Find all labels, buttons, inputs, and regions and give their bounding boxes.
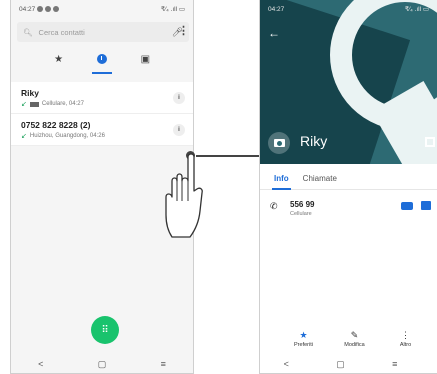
signal-battery-icon: ₹⁄₄ .ıll ▭ (404, 6, 429, 13)
contact-header: 04:27 ₹⁄₄ .ıll ▭ ← Riky (260, 0, 437, 164)
detail-tabs: Info Chiamate (260, 164, 437, 190)
status-time: 04:27 (268, 5, 285, 13)
tab-recents[interactable] (90, 50, 114, 74)
dialer-tabs: ★ ▣ (11, 46, 193, 74)
message-icon[interactable] (421, 201, 431, 210)
incoming-call-icon: ↙ (21, 101, 27, 108)
status-bar: 04:27 ₹⁄₄ .ıll ▭ (260, 0, 437, 18)
contact-detail-screen: 04:27 ₹⁄₄ .ıll ▭ ← Riky Info Chiamate ✆ … (259, 0, 437, 374)
status-time: 04:27 (19, 5, 36, 13)
dialpad-button[interactable]: ⠿ (91, 316, 119, 344)
search-bar[interactable]: 🔍︎ Cerca contatti 🎤︎ (17, 22, 189, 42)
call-log-item[interactable]: Riky ↙ Cellulare, 04:27 i (11, 82, 193, 114)
phone-label: Cellulare (290, 211, 312, 217)
search-icon: 🔍︎ (23, 27, 33, 37)
qr-code-icon[interactable] (425, 137, 435, 147)
call-info-button[interactable]: i (173, 124, 185, 136)
recents-nav-icon[interactable]: ≡ (161, 359, 166, 369)
settings-icon (37, 6, 44, 12)
tab-contacts[interactable]: ▣ (133, 50, 157, 70)
signal-battery-icon: ₹⁄₄ .ıll ▭ (160, 6, 185, 13)
call-log-item[interactable]: 0752 822 8228 (2) ↙ Huizhou, Guangdong, … (11, 114, 193, 146)
tab-info[interactable]: Info (272, 174, 291, 190)
back-arrow-icon[interactable]: ← (268, 26, 280, 40)
more-vert-icon: ⋮ (401, 330, 410, 340)
camera-icon (273, 139, 285, 147)
more-button[interactable]: ⋮ Altro (386, 330, 426, 348)
caller-name: Riky (21, 88, 39, 98)
back-nav-icon[interactable]: < (38, 359, 43, 369)
home-nav-icon[interactable]: ▢ (98, 359, 107, 370)
transition-arrow (196, 155, 264, 157)
shield-icon (53, 6, 60, 12)
recents-nav-icon[interactable]: ≡ (392, 359, 397, 369)
system-nav-bar: < ▢ ≡ (11, 355, 193, 373)
favorites-button[interactable]: ★ Preferiti (284, 330, 324, 348)
phone-number-row[interactable]: ✆ 556 99 Cellulare (260, 190, 437, 224)
shield-icon (45, 6, 52, 12)
back-nav-icon[interactable]: < (284, 359, 289, 369)
tab-favorites[interactable]: ★ (47, 50, 71, 70)
home-nav-icon[interactable]: ▢ (336, 359, 345, 370)
hand-pointer-icon (165, 153, 203, 238)
action-label: Preferiti (294, 342, 313, 348)
sim-icon (29, 101, 39, 107)
incoming-call-icon: ↙ (21, 133, 27, 140)
star-icon: ★ (299, 330, 308, 340)
status-bar: 04:27 ₹⁄₄ .ıll ▭ (11, 0, 193, 18)
clock-icon (96, 54, 107, 65)
call-info-button[interactable]: i (173, 92, 185, 104)
action-label: Altro (399, 342, 412, 348)
more-options-icon[interactable]: ⋮ (178, 24, 189, 37)
edit-button[interactable]: ✎ Modifica (335, 330, 375, 348)
video-call-icon[interactable] (401, 202, 413, 210)
call-detail: Huizhou, Guangdong, 04:26 (29, 133, 105, 139)
action-label: Modifica (344, 342, 365, 348)
contact-name: Riky (300, 133, 328, 149)
pencil-icon: ✎ (350, 330, 359, 340)
caller-name: 0752 822 8228 (2) (21, 120, 91, 130)
phone-number: 556 99 (290, 200, 315, 209)
recent-calls-list: Riky ↙ Cellulare, 04:27 i 0752 822 8228 … (11, 82, 193, 146)
add-photo-button[interactable] (268, 132, 290, 154)
call-detail: Cellulare, 04:27 (41, 101, 84, 107)
contact-actions: ★ Preferiti ✎ Modifica ⋮ Altro (260, 330, 437, 348)
search-placeholder: Cerca contatti (38, 27, 85, 37)
tab-calls[interactable]: Chiamate (303, 174, 337, 190)
dialpad-icon: ⠿ (101, 324, 109, 336)
phone-icon: ✆ (270, 201, 278, 211)
system-nav-bar: < ▢ ≡ (260, 355, 437, 373)
